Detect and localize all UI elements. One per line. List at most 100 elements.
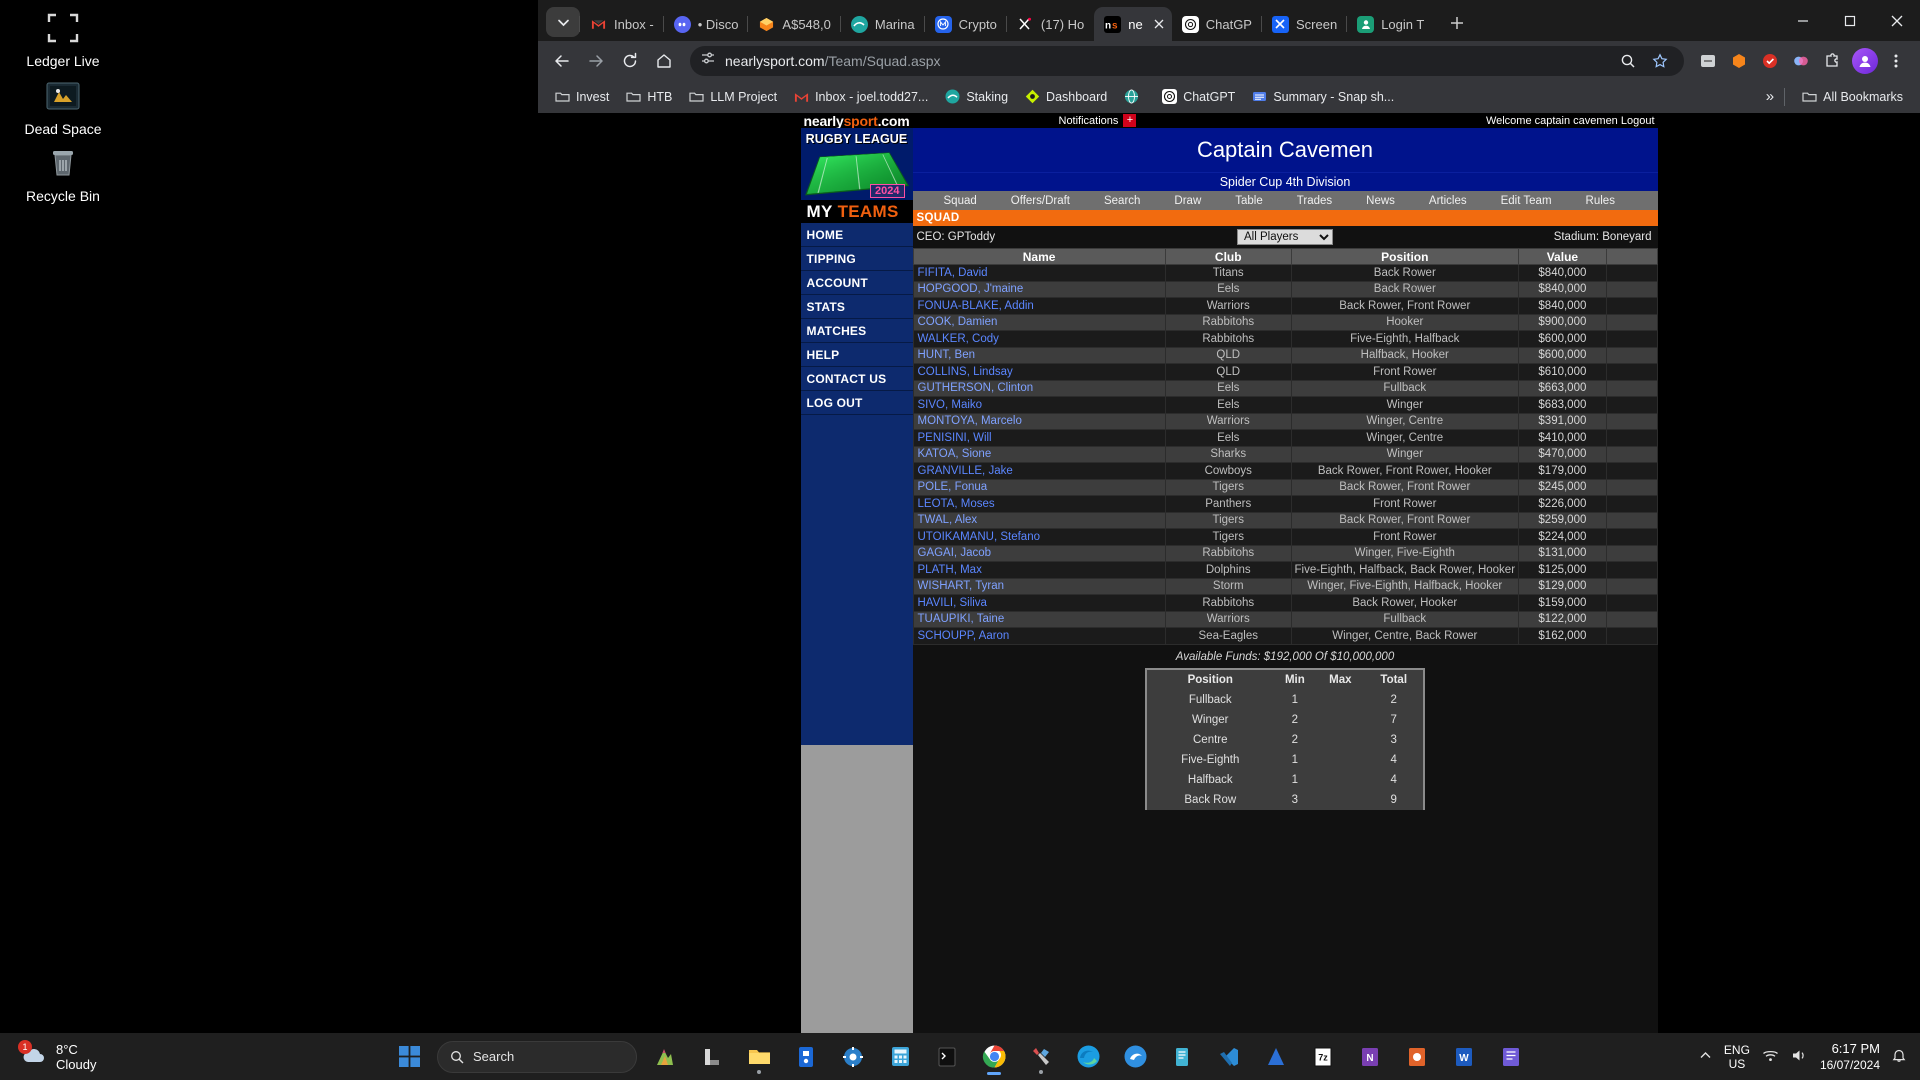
tab-marinade[interactable]: Marina xyxy=(839,7,925,41)
cell-action[interactable] xyxy=(1606,610,1658,628)
start-button[interactable] xyxy=(390,1038,428,1076)
table-row[interactable]: PENISINI, Will Eels Winger, Centre $410,000 xyxy=(912,429,1658,447)
menu-rules[interactable]: Rules xyxy=(1569,195,1632,207)
table-row[interactable]: GUTHERSON, Clinton Eels Fullback $663,000 xyxy=(912,379,1658,397)
cell-action[interactable] xyxy=(1606,412,1658,430)
cell-player-name[interactable]: HUNT, Ben xyxy=(912,346,1166,364)
menu-squad[interactable]: Squad xyxy=(927,195,994,207)
extension-multi-icon[interactable] xyxy=(1787,47,1815,75)
weather-widget[interactable]: 1 8°C Cloudy xyxy=(18,1039,96,1072)
file-explorer-icon[interactable] xyxy=(740,1038,778,1076)
notifications[interactable]: Notifications + xyxy=(1059,114,1137,127)
sidebar-item-matches[interactable]: MATCHES xyxy=(800,319,913,343)
menu-edit-team[interactable]: Edit Team xyxy=(1484,195,1569,207)
tab-chatgpt[interactable]: ChatGP xyxy=(1172,7,1262,41)
bookmark-summary-snap[interactable]: Summary - Snap sh... xyxy=(1245,85,1401,108)
cell-action[interactable] xyxy=(1606,379,1658,397)
cell-action[interactable] xyxy=(1606,478,1658,496)
table-row[interactable]: TWAL, Alex Tigers Back Rower, Front Rower $… xyxy=(912,511,1658,529)
tab-screener[interactable]: Screen xyxy=(1260,7,1347,41)
tab-crypto[interactable]: Crypto xyxy=(923,7,1007,41)
table-row[interactable]: TUAUPIKI, Taine Warriors Fullback $122,000 xyxy=(912,610,1658,628)
table-row[interactable]: KATOA, Sione Sharks Winger $470,000 xyxy=(912,445,1658,463)
back-icon[interactable] xyxy=(546,45,578,77)
col-header-club[interactable]: Club xyxy=(1164,248,1292,265)
bookmark-star-icon[interactable] xyxy=(1646,47,1674,75)
tab-inbox[interactable]: Inbox - xyxy=(579,7,664,41)
cell-player-name[interactable]: WALKER, Cody xyxy=(912,330,1166,348)
settings-gear-icon[interactable] xyxy=(834,1038,872,1076)
close-button[interactable] xyxy=(1873,0,1920,41)
cell-player-name[interactable]: COOK, Damien xyxy=(912,313,1166,331)
cell-action[interactable] xyxy=(1606,528,1658,546)
table-row[interactable]: LEOTA, Moses Panthers Front Rower $226,000 xyxy=(912,495,1658,513)
cell-player-name[interactable]: WISHART, Tyran xyxy=(912,577,1166,595)
sidebar-item-account[interactable]: ACCOUNT xyxy=(800,271,913,295)
extension-gold-icon[interactable] xyxy=(1725,47,1753,75)
cell-player-name[interactable]: GAGAI, Jacob xyxy=(912,544,1166,562)
wifi-icon[interactable] xyxy=(1762,1048,1779,1066)
desktop-icon-dead-space[interactable]: Dead Space xyxy=(8,76,118,137)
cell-action[interactable] xyxy=(1606,594,1658,612)
sidebar-item-stats[interactable]: STATS xyxy=(800,295,913,319)
extensions-puzzle-icon[interactable] xyxy=(1818,47,1846,75)
cell-action[interactable] xyxy=(1606,561,1658,579)
cell-player-name[interactable]: FONUA-BLAKE, Addin xyxy=(912,297,1166,315)
col-header-value[interactable]: Value xyxy=(1517,248,1608,265)
table-row[interactable]: HAVILI, Siliva Rabbitohs Back Rower, Hooke… xyxy=(912,594,1658,612)
tab-x-twitter[interactable]: (17) Ho xyxy=(1005,7,1094,41)
sidebar-item-log-out[interactable]: LOG OUT xyxy=(800,391,913,415)
cell-action[interactable] xyxy=(1606,627,1658,645)
bookmark-staking[interactable]: Staking xyxy=(938,85,1015,108)
sidebar-item-help[interactable]: HELP xyxy=(800,343,913,367)
volume-icon[interactable] xyxy=(1791,1048,1808,1066)
menu-offers-draft[interactable]: Offers/Draft xyxy=(994,195,1087,207)
table-row[interactable]: WISHART, Tyran Storm Winger, Five-Eighth, … xyxy=(912,577,1658,595)
desktop-icon-ledger-live[interactable]: Ledger Live xyxy=(8,8,118,69)
cell-action[interactable] xyxy=(1606,396,1658,414)
address-bar[interactable]: nearlysport.com/Team/Squad.aspx xyxy=(690,45,1684,76)
desktop-icon-recycle-bin[interactable]: Recycle Bin xyxy=(8,143,118,204)
menu-table[interactable]: Table xyxy=(1218,195,1280,207)
cell-player-name[interactable]: UTOIKAMANU, Stefano xyxy=(912,528,1166,546)
table-row[interactable]: FONUA-BLAKE, Addin Warriors Back Rower, Fr… xyxy=(912,297,1658,315)
notes-icon[interactable] xyxy=(1163,1038,1201,1076)
cell-player-name[interactable]: PENISINI, Will xyxy=(912,429,1166,447)
cell-player-name[interactable]: POLE, Fonua xyxy=(912,478,1166,496)
table-row[interactable]: PLATH, Max Dolphins Five-Eighth, Halfback,… xyxy=(912,561,1658,579)
tray-overflow-icon[interactable] xyxy=(1699,1049,1712,1065)
menu-trades[interactable]: Trades xyxy=(1280,195,1349,207)
cell-player-name[interactable]: KATOA, Sione xyxy=(912,445,1166,463)
player-filter[interactable]: All Players xyxy=(1237,229,1333,245)
terminal-icon[interactable] xyxy=(928,1038,966,1076)
cell-action[interactable] xyxy=(1606,544,1658,562)
cell-action[interactable] xyxy=(1606,511,1658,529)
menu-search[interactable]: Search xyxy=(1087,195,1157,207)
office-icon[interactable] xyxy=(1398,1038,1436,1076)
app-purple-icon[interactable] xyxy=(1492,1038,1530,1076)
cell-action[interactable] xyxy=(1606,297,1658,315)
onenote-icon[interactable]: N xyxy=(1351,1038,1389,1076)
cell-player-name[interactable]: COLLINS, Lindsay xyxy=(912,363,1166,381)
cell-player-name[interactable]: PLATH, Max xyxy=(912,561,1166,579)
shield-app-icon[interactable] xyxy=(693,1038,731,1076)
cell-action[interactable] xyxy=(1606,495,1658,513)
cell-action[interactable] xyxy=(1606,462,1658,480)
bookmark-chatgpt[interactable]: ChatGPT xyxy=(1155,85,1242,108)
table-row[interactable]: COLLINS, Lindsay QLD Front Rower $610,000 xyxy=(912,363,1658,381)
cell-action[interactable] xyxy=(1606,313,1658,331)
reload-icon[interactable] xyxy=(614,45,646,77)
tab-nearlysport[interactable]: ns ne xyxy=(1094,7,1172,41)
cell-action[interactable] xyxy=(1606,346,1658,364)
avatar[interactable] xyxy=(1852,47,1878,74)
table-row[interactable]: GRANVILLE, Jake Cowboys Back Rower, Front … xyxy=(912,462,1658,480)
three-dot-menu-icon[interactable] xyxy=(1880,45,1912,77)
all-bookmarks-button[interactable]: All Bookmarks xyxy=(1795,85,1910,108)
new-tab-button[interactable] xyxy=(1442,8,1472,38)
paint-3d-icon[interactable] xyxy=(646,1038,684,1076)
menu-news[interactable]: News xyxy=(1349,195,1412,207)
bookmark-htb[interactable]: HTB xyxy=(619,85,679,108)
bookmark-llm-project[interactable]: LLM Project xyxy=(682,85,784,108)
cell-action[interactable] xyxy=(1606,429,1658,447)
sidebar-item-home[interactable]: HOME xyxy=(800,223,913,247)
